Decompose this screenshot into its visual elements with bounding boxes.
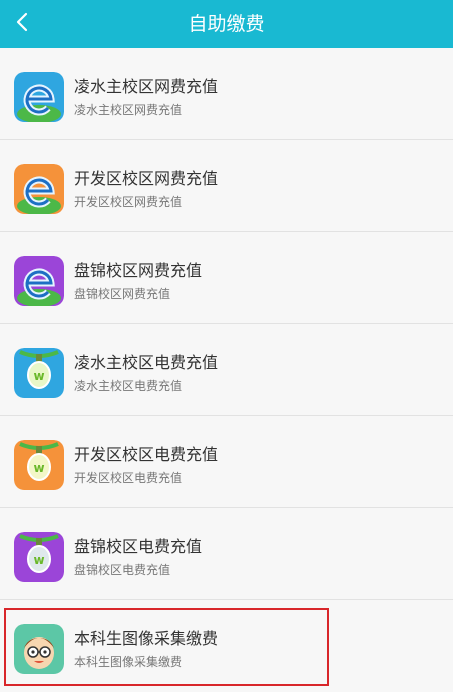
item-subtitle: 开发区校区电费充值	[74, 471, 183, 485]
svg-text:w: w	[33, 369, 44, 383]
item-subtitle: 凌水主校区电费充值	[74, 379, 183, 393]
list-item-lingshui-network-fee[interactable]: 凌水主校区网费充值 凌水主校区网费充值	[0, 48, 453, 140]
item-title: 开发区校区电费充值	[74, 445, 219, 464]
item-title: 开发区校区网费充值	[74, 169, 219, 188]
payment-list: 凌水主校区网费充值 凌水主校区网费充值 开发区校区网费充值 开发区校区网费充值 …	[0, 48, 453, 692]
list-item-panjin-electricity-fee[interactable]: w 盘锦校区电费充值 盘锦校区电费充值	[0, 508, 453, 600]
item-subtitle: 凌水主校区网费充值	[74, 103, 183, 117]
item-title: 凌水主校区网费充值	[74, 77, 219, 96]
header-bar: 自助缴费	[0, 0, 453, 48]
page-title: 自助缴费	[188, 13, 265, 35]
internet-e-icon	[14, 256, 64, 306]
list-item-kaifaqu-electricity-fee[interactable]: w 开发区校区电费充值 开发区校区电费充值	[0, 416, 453, 508]
item-subtitle: 开发区校区网费充值	[74, 195, 183, 209]
svg-text:w: w	[33, 461, 44, 475]
svg-text:w: w	[33, 553, 44, 567]
item-title: 凌水主校区电费充值	[74, 353, 219, 372]
item-subtitle: 本科生图像采集缴费	[74, 655, 183, 669]
lightbulb-icon: w	[14, 440, 64, 490]
lightbulb-icon: w	[14, 348, 64, 398]
item-subtitle: 盘锦校区电费充值	[74, 563, 171, 577]
back-button[interactable]	[0, 0, 44, 48]
chevron-left-icon	[15, 12, 29, 36]
item-title: 本科生图像采集缴费	[74, 629, 219, 648]
list-item-panjin-network-fee[interactable]: 盘锦校区网费充值 盘锦校区网费充值	[0, 232, 453, 324]
item-title: 盘锦校区网费充值	[74, 261, 203, 280]
item-subtitle: 盘锦校区网费充值	[74, 287, 171, 301]
list-item-student-photo-fee[interactable]: 本科生图像采集缴费 本科生图像采集缴费	[0, 600, 453, 692]
item-title: 盘锦校区电费充值	[74, 537, 203, 556]
list-item-lingshui-electricity-fee[interactable]: w 凌水主校区电费充值 凌水主校区电费充值	[0, 324, 453, 416]
list-item-kaifaqu-network-fee[interactable]: 开发区校区网费充值 开发区校区网费充值	[0, 140, 453, 232]
student-face-icon	[14, 624, 64, 674]
lightbulb-icon: w	[14, 532, 64, 582]
internet-e-icon	[14, 164, 64, 214]
internet-e-icon	[14, 72, 64, 122]
